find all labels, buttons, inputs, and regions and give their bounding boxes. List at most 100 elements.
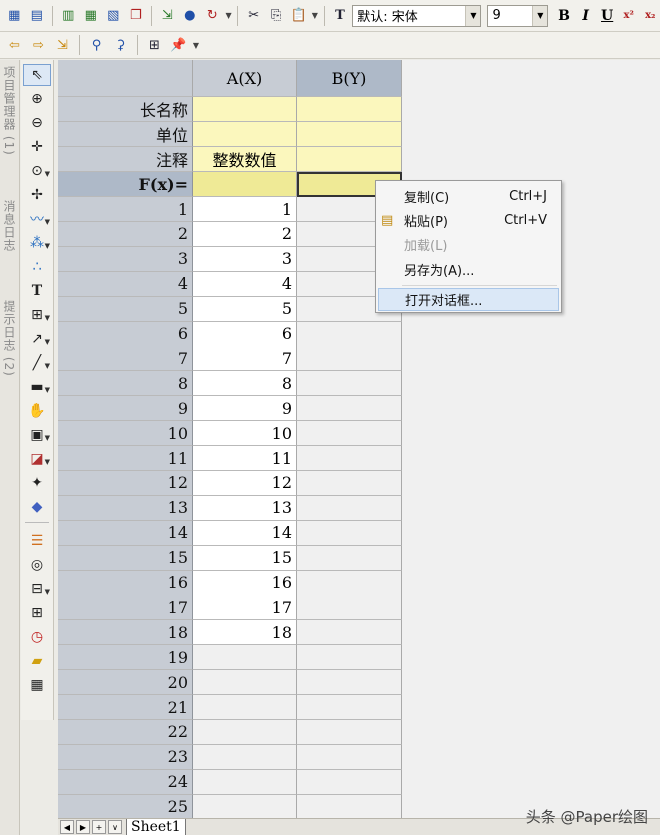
cell-b[interactable] [297, 620, 402, 646]
row-header[interactable]: 15 [58, 545, 193, 571]
meta-cell-a[interactable] [193, 97, 297, 122]
table-tool-icon[interactable]: ⊞ [23, 602, 51, 624]
graph-tool-icon[interactable]: ▣ ▼ [23, 424, 51, 446]
cell-b[interactable] [297, 421, 402, 447]
pointer-tool-icon[interactable]: ⇖ [23, 64, 51, 86]
add-sheet-icon[interactable]: + [92, 820, 106, 834]
cell-b[interactable] [297, 545, 402, 571]
row-header[interactable]: 9 [58, 396, 193, 422]
data-reader-icon[interactable]: ⊙ ▼ [23, 160, 51, 182]
row-header[interactable]: 20 [58, 670, 193, 696]
cell-a[interactable]: 12 [193, 470, 297, 496]
cell-a[interactable]: 16 [193, 570, 297, 596]
cell-b[interactable] [297, 645, 402, 671]
cell-a[interactable]: 15 [193, 545, 297, 571]
mask-icon[interactable]: ∴ [23, 256, 51, 278]
cell-a[interactable]: 6 [193, 321, 297, 347]
cell-a[interactable] [193, 670, 297, 696]
cell-a[interactable] [193, 794, 297, 818]
set-column-icon[interactable]: ▧ [103, 5, 124, 26]
plot-icon[interactable]: ● [180, 5, 201, 26]
subscript-button[interactable]: x₂ [640, 10, 660, 21]
cell-b[interactable] [297, 495, 402, 521]
layer-tool-icon[interactable]: ⊟ ▼ [23, 578, 51, 600]
crosshair-icon[interactable]: ✛ [23, 136, 51, 158]
corner-cell[interactable] [58, 60, 193, 97]
cell-b[interactable] [297, 595, 402, 621]
cell-b[interactable] [297, 794, 402, 818]
row-header[interactable]: 24 [58, 769, 193, 795]
cell-a[interactable]: 3 [193, 246, 297, 272]
new-workbook-icon[interactable]: ▦ [4, 5, 25, 26]
cell-a[interactable]: 17 [193, 595, 297, 621]
add-row-icon[interactable]: ▦ [81, 5, 102, 26]
insert-icon[interactable]: ⊞ ▼ [23, 304, 51, 326]
text-tool-icon[interactable]: T [23, 280, 51, 302]
row-header[interactable]: 22 [58, 719, 193, 745]
menu-item-open-dialog[interactable]: 打开对话框... [378, 288, 559, 311]
cell-b[interactable] [297, 446, 402, 471]
gauge-icon[interactable]: ◎ [23, 554, 51, 576]
paste-icon[interactable]: 📋 [288, 5, 309, 26]
hint-log-tab[interactable]: 提示日志 (2) [2, 300, 18, 377]
cell-b[interactable] [297, 719, 402, 745]
meta-cell-b[interactable] [297, 122, 402, 147]
menu-item-save-as[interactable]: 另存为(A)... [378, 258, 559, 281]
copy-icon[interactable]: ⎘ [266, 5, 287, 26]
cell-a[interactable]: 13 [193, 495, 297, 521]
screen-reader-icon[interactable]: ✢ [23, 184, 51, 206]
cell-a[interactable]: 10 [193, 421, 297, 447]
zoom-in-icon[interactable]: ⊕ [23, 88, 51, 110]
message-log-tab[interactable]: 消息日志 [2, 200, 18, 252]
cell-b[interactable] [297, 520, 402, 546]
clock-icon[interactable]: ◷ [23, 626, 51, 648]
prev-sheet-icon[interactable]: ◀ [60, 820, 74, 834]
grid-icon[interactable]: ▦ [23, 674, 51, 696]
row-header[interactable]: 2 [58, 221, 193, 247]
text-tool-icon[interactable]: T [330, 5, 351, 26]
row-header[interactable]: 23 [58, 744, 193, 770]
worksheet[interactable]: A(X) B(Y) 长名称 单位 注释 整数数值 F(x)= 1 1 2 2 3 3 4 4 5 5 6 6 7 7 8 8… [58, 60, 660, 818]
region-select-icon[interactable]: ⁂ ▼ [23, 232, 51, 254]
underline-button[interactable]: U [597, 8, 617, 24]
bold-button[interactable]: B [554, 8, 574, 24]
row-header[interactable]: 14 [58, 520, 193, 546]
row-header[interactable]: 6 [58, 321, 193, 347]
row-header[interactable]: 10 [58, 421, 193, 447]
add-column-icon[interactable]: ▥ [58, 5, 79, 26]
cell-b[interactable] [297, 470, 402, 496]
meta-cell-a[interactable]: 整数数值 [193, 147, 297, 172]
cell-a[interactable]: 2 [193, 221, 297, 247]
hand-tool-icon[interactable]: ✋ [23, 400, 51, 422]
draw-data-icon[interactable]: 〰 ▼ [23, 208, 51, 230]
row-header[interactable]: 3 [58, 246, 193, 272]
folder-icon[interactable]: ▰ [23, 650, 51, 672]
row-header[interactable]: 16 [58, 570, 193, 596]
row-header[interactable]: 17 [58, 595, 193, 621]
cell-a[interactable]: 5 [193, 296, 297, 322]
meta-row-label[interactable]: 长名称 [58, 97, 193, 122]
menu-item-paste[interactable]: ▤ 粘贴(P) Ctrl+V [378, 209, 559, 232]
meta-row-label[interactable]: 单位 [58, 122, 193, 147]
chart-tool-icon[interactable]: ◪ ▼ [23, 448, 51, 470]
next-sheet-icon[interactable]: ▶ [76, 820, 90, 834]
group-icon[interactable]: ⚲ [86, 35, 107, 56]
new-sheet-icon[interactable]: ▤ [27, 5, 48, 26]
cell-b[interactable] [297, 396, 402, 422]
stamp-tool-icon[interactable]: ✦ [23, 472, 51, 494]
rectangle-tool-icon[interactable]: ▬ ▼ [23, 376, 51, 398]
superscript-button[interactable]: x² [619, 10, 639, 21]
row-header[interactable]: 18 [58, 620, 193, 646]
column-header-b[interactable]: B(Y) [297, 60, 402, 97]
cell-a[interactable] [193, 744, 297, 770]
row-header[interactable]: 5 [58, 296, 193, 322]
arrow-left-icon[interactable]: ⇦ [4, 35, 25, 56]
meta-cell-a[interactable] [193, 172, 297, 197]
row-header[interactable]: 11 [58, 446, 193, 471]
row-header[interactable]: 8 [58, 371, 193, 397]
sheet-tab[interactable]: Sheet1 [126, 818, 186, 835]
meta-row-label[interactable]: 注释 [58, 147, 193, 172]
cell-b[interactable] [297, 744, 402, 770]
italic-button[interactable]: I [576, 8, 596, 24]
cell-b[interactable] [297, 346, 402, 372]
